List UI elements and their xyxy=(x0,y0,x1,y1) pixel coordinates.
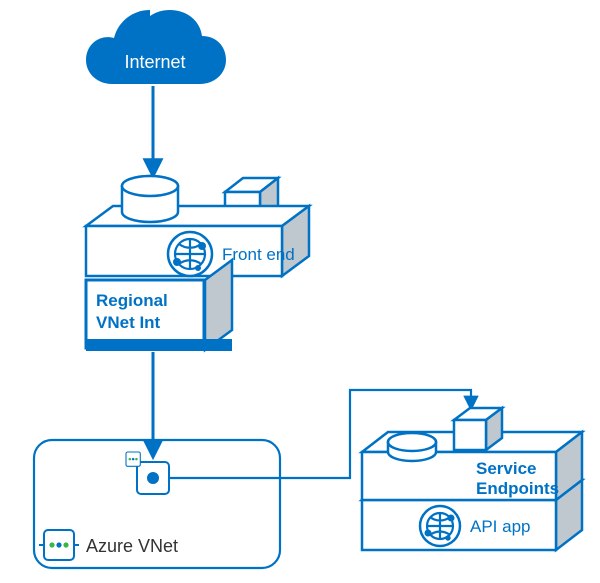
app-service-globe-icon xyxy=(168,232,212,276)
service-endpoints-label-line2: Endpoints xyxy=(476,479,559,498)
architecture-diagram: Internet Front end Regional VNet Int xyxy=(0,0,600,583)
vnet-label: Azure VNet xyxy=(86,536,178,556)
internet-cloud-icon: Internet xyxy=(86,10,226,84)
service-endpoints-label-line1: Service xyxy=(476,459,537,478)
vnet-peering-icon xyxy=(39,530,79,560)
vnet-int-label-line1: Regional xyxy=(96,291,168,310)
api-app-globe-icon xyxy=(420,506,460,546)
api-app-label: API app xyxy=(470,517,531,536)
vnet-int-label-line2: VNet Int xyxy=(96,313,161,332)
vnet-subnet-node-icon xyxy=(126,452,169,494)
internet-label: Internet xyxy=(124,52,185,72)
